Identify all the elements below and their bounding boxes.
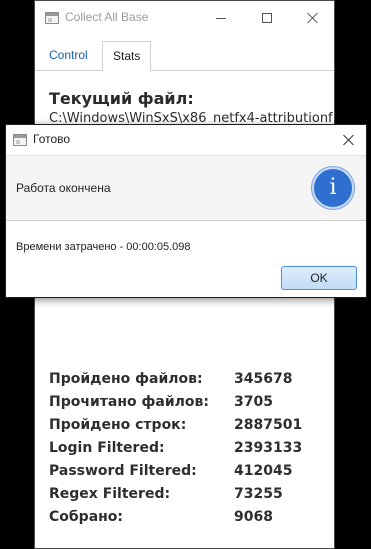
maximize-button[interactable] [244, 1, 290, 35]
stat-value: 3705 [234, 394, 273, 410]
stats-table: Пройдено файлов: 345678 Прочитано файлов… [49, 369, 329, 530]
completion-dialog: Готово Работа окончена i Времени затраче… [5, 124, 367, 298]
minimize-button[interactable] [198, 1, 244, 35]
stat-row-lines-passed: Пройдено строк: 2887501 [49, 415, 329, 438]
stat-row-regex-filtered: Regex Filtered: 73255 [49, 484, 329, 507]
stat-row-collected: Собрано: 9068 [49, 507, 329, 530]
tab-bar: Control Stats [35, 35, 334, 72]
dialog-close-button[interactable] [332, 125, 366, 155]
stat-label: Собрано: [49, 509, 124, 525]
stat-row-files-read: Прочитано файлов: 3705 [49, 392, 329, 415]
dialog-header: Работа окончена i [6, 155, 366, 221]
close-icon [307, 12, 319, 24]
stat-label: Password Filtered: [49, 463, 197, 479]
dialog-body-text: Времени затрачено - 00:00:05.098 [16, 241, 191, 253]
app-icon [45, 12, 59, 24]
tab-control[interactable]: Control [39, 41, 98, 71]
title-bar[interactable]: Collect All Base [35, 1, 334, 35]
stat-label: Прочитано файлов: [49, 394, 209, 410]
stat-label: Regex Filtered: [49, 486, 171, 502]
stat-row-login-filtered: Login Filtered: 2393133 [49, 438, 329, 461]
close-button[interactable] [290, 1, 334, 35]
stat-label: Login Filtered: [49, 440, 165, 456]
stat-row-password-filtered: Password Filtered: 412045 [49, 461, 329, 484]
dialog-app-icon [13, 134, 27, 146]
dialog-title: Готово [33, 132, 71, 146]
maximize-icon [262, 13, 272, 23]
dialog-title-bar[interactable]: Готово [6, 125, 366, 155]
stat-value: 9068 [234, 509, 273, 525]
stat-row-files-passed: Пройдено файлов: 345678 [49, 369, 329, 392]
stat-value: 2393133 [234, 440, 303, 456]
stat-value: 73255 [234, 486, 283, 502]
close-icon [343, 134, 355, 146]
stat-value: 345678 [234, 371, 293, 387]
info-icon: i [312, 167, 354, 209]
ok-button[interactable]: OK [281, 266, 357, 290]
current-file-heading: Текущий файл: [49, 89, 194, 108]
dialog-message: Работа окончена [16, 181, 111, 195]
info-icon-glyph: i [329, 175, 337, 200]
stat-label: Пройдено строк: [49, 417, 187, 433]
stat-value: 412045 [234, 463, 293, 479]
tab-stats[interactable]: Stats [102, 41, 152, 72]
window-title: Collect All Base [65, 10, 149, 24]
minimize-icon [216, 17, 226, 19]
stat-label: Пройдено файлов: [49, 371, 203, 387]
stat-value: 2887501 [234, 417, 303, 433]
